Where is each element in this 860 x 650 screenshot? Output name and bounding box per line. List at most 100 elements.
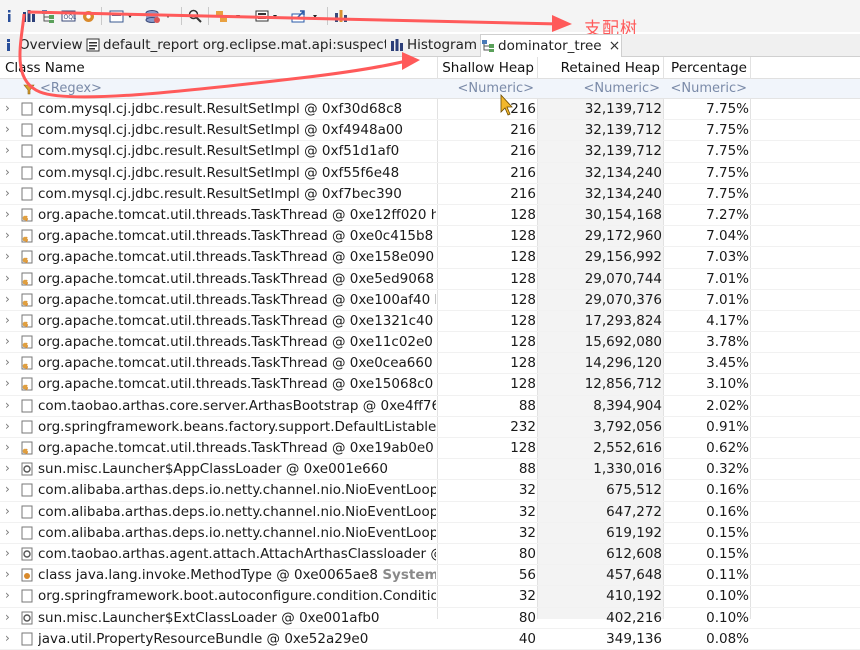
table-row[interactable]: › com.alibaba.arthas.deps.io.netty.channe… [0, 480, 860, 502]
object-annotation: System Clas [382, 567, 436, 584]
query-browser-icon[interactable] [144, 7, 174, 25]
table-row[interactable]: › org.apache.tomcat.util.threads.TaskThre… [0, 332, 860, 354]
table-row[interactable]: › com.taobao.arthas.agent.attach.AttachAr… [0, 544, 860, 566]
chevron-right-icon[interactable]: › [5, 143, 10, 157]
settings-icon[interactable] [80, 7, 96, 25]
class-name-filter-input[interactable]: <Regex> [40, 79, 434, 98]
object-icon [21, 632, 33, 646]
table-row[interactable]: › com.mysql.cj.jdbc.result.ResultSetImpl … [0, 141, 860, 163]
percentage-cell: 2.02% [706, 397, 749, 414]
column-header-retained-heap[interactable]: Retained Heap [540, 57, 660, 78]
object-label: com.mysql.cj.jdbc.result.ResultSetImpl @… [38, 101, 403, 117]
chevron-right-icon[interactable]: › [5, 461, 10, 475]
table-row[interactable]: › com.mysql.cj.jdbc.result.ResultSetImpl … [0, 184, 860, 205]
table-row[interactable]: › com.mysql.cj.jdbc.result.ResultSetImpl … [0, 99, 860, 121]
tab-default-report[interactable]: default_report org.eclipse.mat.api:suspe… [86, 34, 386, 56]
chevron-right-icon[interactable]: › [5, 355, 10, 369]
histogram-icon[interactable] [21, 7, 37, 25]
chevron-right-icon[interactable]: › [5, 376, 10, 390]
table-row[interactable]: › org.springframework.boot.autoconfigure.… [0, 586, 860, 608]
chevron-right-icon[interactable]: › [5, 546, 10, 560]
search-icon[interactable] [187, 7, 203, 25]
object-label: org.apache.tomcat.util.threads.TaskThrea… [38, 270, 436, 287]
retained-heap-cell: 612,608 [606, 545, 662, 562]
tab-histogram[interactable]: Histogram [390, 34, 478, 56]
group-icon[interactable] [214, 7, 244, 25]
percentage-cell: 7.75% [706, 101, 749, 117]
chevron-right-icon[interactable]: › [5, 440, 10, 454]
table-row[interactable]: › sun.misc.Launcher$AppClassLoader @ 0xe0… [0, 459, 860, 481]
table-row[interactable]: › org.apache.tomcat.util.threads.TaskThre… [0, 374, 860, 396]
chevron-right-icon[interactable]: › [5, 207, 10, 221]
object-label: com.alibaba.arthas.deps.io.netty.channel… [38, 503, 436, 520]
dominator-tree-icon[interactable] [40, 7, 56, 25]
table-row[interactable]: › org.apache.tomcat.util.threads.TaskThre… [0, 438, 860, 460]
chevron-right-icon[interactable]: › [5, 165, 10, 179]
close-icon[interactable]: × [609, 38, 621, 54]
classloader-icon [21, 462, 33, 476]
shallow-heap-cell: 128 [510, 228, 536, 245]
table-row[interactable]: › org.apache.tomcat.util.threads.TaskThre… [0, 247, 860, 269]
class-name-cell: com.alibaba.arthas.deps.io.netty.channel… [38, 480, 436, 500]
table-row[interactable]: › com.alibaba.arthas.deps.io.netty.channe… [0, 502, 860, 523]
chevron-right-icon[interactable]: › [5, 292, 10, 306]
chevron-right-icon[interactable]: › [5, 631, 10, 645]
chevron-right-icon[interactable]: › [5, 398, 10, 412]
class-name-cell: com.mysql.cj.jdbc.result.ResultSetImpl @… [38, 99, 436, 119]
percentage-filter-input[interactable]: <Numeric> [666, 79, 747, 98]
tab-dominator-tree[interactable]: dominator_tree × [480, 34, 622, 57]
info-icon[interactable] [4, 7, 14, 25]
compare-icon[interactable] [333, 7, 349, 25]
chevron-right-icon[interactable]: › [5, 419, 10, 433]
chevron-right-icon[interactable]: › [5, 610, 10, 624]
table-row[interactable]: › org.apache.tomcat.util.threads.TaskThre… [0, 226, 860, 248]
table-row[interactable]: › java.util.PropertyResourceBundle @ 0xe5… [0, 629, 860, 650]
table-row[interactable]: › sun.misc.Launcher$ExtClassLoader @ 0xe0… [0, 608, 860, 629]
shallow-heap-cell: 128 [510, 312, 536, 329]
retained-heap-filter-input[interactable]: <Numeric> [540, 79, 660, 98]
shallow-heap-filter-input[interactable]: <Numeric> [440, 79, 534, 98]
table-row[interactable]: › org.springframework.beans.factory.suppo… [0, 417, 860, 438]
chevron-right-icon[interactable]: › [5, 101, 10, 115]
calculate-icon[interactable] [254, 7, 282, 25]
object-label: org.apache.tomcat.util.threads.TaskThrea… [38, 355, 436, 372]
tab-overview[interactable]: Overview [2, 34, 82, 56]
chevron-right-icon[interactable]: › [5, 186, 10, 200]
chevron-right-icon[interactable]: › [5, 249, 10, 263]
chevron-right-icon[interactable]: › [5, 228, 10, 242]
oql-icon[interactable]: OQL [60, 7, 76, 25]
table-row[interactable]: › com.alibaba.arthas.deps.io.netty.channe… [0, 523, 860, 544]
chevron-right-icon[interactable]: › [5, 567, 10, 581]
chevron-right-icon[interactable]: › [5, 504, 10, 518]
chevron-right-icon[interactable]: › [5, 271, 10, 285]
column-header-shallow-heap[interactable]: Shallow Heap [440, 57, 534, 78]
column-header-class-name[interactable]: Class Name [5, 57, 435, 78]
table-row[interactable]: › org.apache.tomcat.util.threads.TaskThre… [0, 205, 860, 227]
object-label: org.springframework.boot.autoconfigure.c… [38, 588, 436, 605]
chevron-right-icon[interactable]: › [5, 588, 10, 602]
retained-heap-cell: 29,070,376 [584, 291, 662, 308]
percentage-cell: 7.75% [706, 122, 749, 139]
table-row[interactable]: › org.apache.tomcat.util.threads.TaskThre… [0, 353, 860, 375]
chevron-right-icon[interactable]: › [5, 525, 10, 539]
chevron-right-icon[interactable]: › [5, 122, 10, 136]
retained-heap-cell: 29,070,744 [584, 270, 662, 287]
table-row[interactable]: › org.apache.tomcat.util.threads.TaskThre… [0, 311, 860, 333]
report-icon [86, 38, 100, 52]
retained-heap-cell: 32,139,712 [584, 143, 662, 160]
toolbar-separator [181, 7, 182, 25]
table-row[interactable]: › com.mysql.cj.jdbc.result.ResultSetImpl … [0, 120, 860, 142]
retained-heap-cell: 32,134,240 [584, 185, 662, 202]
class-name-cell: sun.misc.Launcher$ExtClassLoader @ 0xe00… [38, 608, 436, 628]
table-row[interactable]: › org.apache.tomcat.util.threads.TaskThre… [0, 290, 860, 311]
chevron-right-icon[interactable]: › [5, 334, 10, 348]
chevron-right-icon[interactable]: › [5, 482, 10, 496]
run-report-icon[interactable] [108, 7, 136, 25]
table-row[interactable]: › org.apache.tomcat.util.threads.TaskThre… [0, 269, 860, 290]
column-header-percentage[interactable]: Percentage [666, 57, 747, 78]
table-row[interactable]: › com.taobao.arthas.core.server.ArthasBoo… [0, 396, 860, 417]
chevron-right-icon[interactable]: › [5, 313, 10, 327]
table-row[interactable]: › class java.lang.invoke.MethodType @ 0xe… [0, 565, 860, 587]
export-icon[interactable] [290, 7, 322, 25]
table-row[interactable]: › com.mysql.cj.jdbc.result.ResultSetImpl … [0, 163, 860, 184]
